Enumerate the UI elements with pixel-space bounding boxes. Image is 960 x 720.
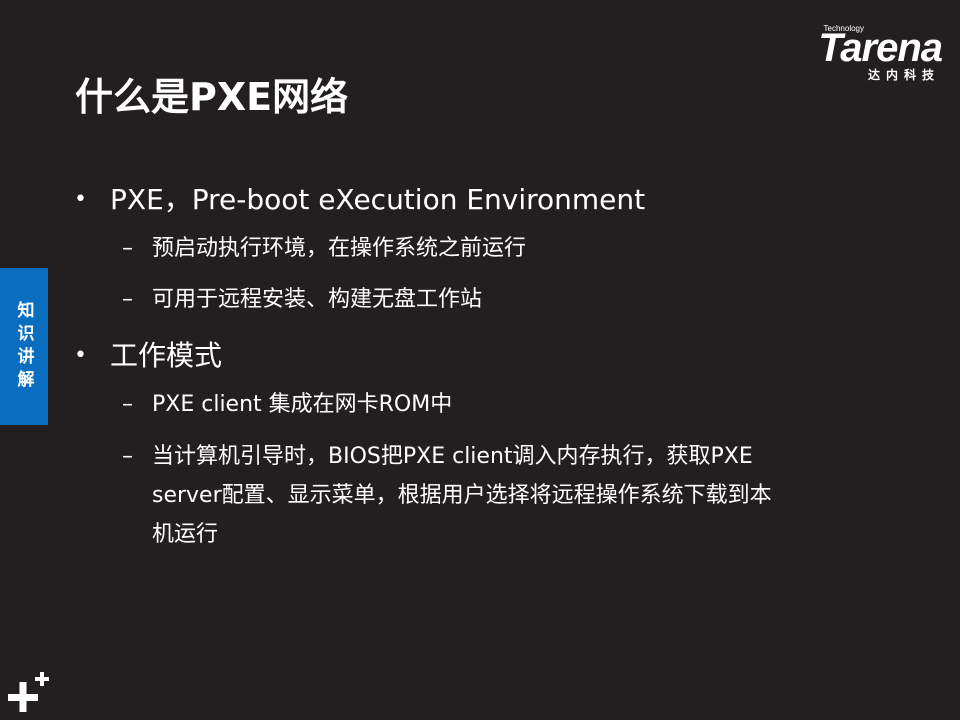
bullet-list: • PXE，Pre-boot eXecution Environment – 预… [70,176,850,567]
sub-bullet-text: 可用于远程安装、构建无盘工作站 [152,287,483,312]
slide: Technology Tarena 达内科技 什么是PXE网络 • PXE，Pr… [0,0,960,720]
sub-bullet-item: – 当计算机引导时，BIOS把PXE client调入内存执行，获取PXE se… [70,437,772,554]
sub-bullet-item: – 可用于远程安装、构建无盘工作站 [70,281,772,319]
bullet-text: 工作模式 [110,339,223,372]
section-side-tab: 知识讲解 [0,268,48,425]
sub-bullet-dash: – [122,392,133,417]
bullet-item: • PXE，Pre-boot eXecution Environment [70,176,850,224]
sub-bullet-dash: – [122,444,133,469]
sub-bullet-dash: – [122,236,133,261]
slide-title: 什么是PXE网络 [75,75,349,119]
sub-bullet-text: 预启动执行环境，在操作系统之前运行 [152,236,527,261]
tarena-logo: Technology Tarena 达内科技 [772,22,943,84]
sub-bullet-text: PXE client 集成在网卡ROM中 [152,392,453,417]
plus-plus-icon [8,672,49,712]
sub-bullet-dash: – [122,287,133,312]
sub-bullet-text: 当计算机引导时，BIOS把PXE client调入内存执行，获取PXE serv… [152,444,772,547]
logo-chinese-name: 达内科技 [867,68,940,82]
bullet-dot: • [74,187,87,212]
logo-wordmark: Tarena [818,26,943,70]
sub-bullet-item: – 预启动执行环境，在操作系统之前运行 [70,230,772,268]
bullet-item: • 工作模式 [70,332,850,380]
side-tab-label: 知识讲解 [13,300,34,393]
bullet-dot: • [74,343,87,368]
bullet-text: PXE，Pre-boot eXecution Environment [110,183,646,216]
sub-bullet-item: – PXE client 集成在网卡ROM中 [70,386,772,424]
